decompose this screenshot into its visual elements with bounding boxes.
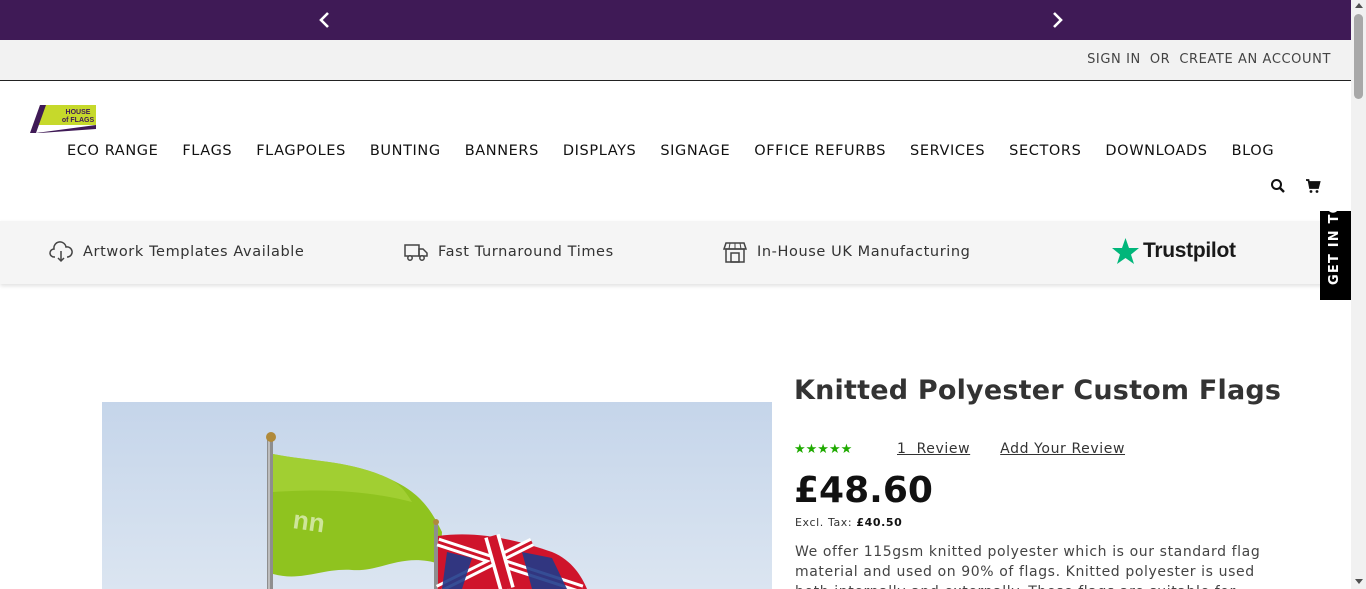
promo-next-button[interactable] bbox=[1047, 9, 1069, 31]
nav-sectors[interactable]: SECTORS bbox=[997, 143, 1093, 159]
nav-office-refurbs[interactable]: OFFICE REFURBS bbox=[742, 143, 898, 159]
usp-label: In-House UK Manufacturing bbox=[757, 244, 971, 260]
svg-text:HOUSE: HOUSE bbox=[66, 109, 91, 116]
usp-bar: Artwork Templates Available Fast Turnaro… bbox=[0, 221, 1351, 284]
trustpilot-star-icon bbox=[1112, 238, 1139, 264]
sign-in-link[interactable]: SIGN IN bbox=[1087, 52, 1141, 67]
account-or-text: OR bbox=[1149, 52, 1171, 67]
scrollbar-thumb[interactable] bbox=[1354, 14, 1363, 99]
usp-label: Artwork Templates Available bbox=[83, 244, 305, 260]
trustpilot-label: Trustpilot bbox=[1143, 239, 1236, 262]
delivery-truck-icon bbox=[404, 244, 428, 261]
cart-button[interactable] bbox=[1305, 178, 1321, 194]
promo-prev-button[interactable] bbox=[313, 9, 335, 31]
product-rating: ★★★★★ 1 Review Add Your Review bbox=[794, 441, 1125, 457]
nav-blog[interactable]: BLOG bbox=[1220, 143, 1287, 159]
nav-downloads[interactable]: DOWNLOADS bbox=[1093, 143, 1219, 159]
nav-signage[interactable]: SIGNAGE bbox=[648, 143, 742, 159]
account-links: SIGN IN OR CREATE AN ACCOUNT bbox=[1087, 52, 1331, 67]
create-account-link[interactable]: CREATE AN ACCOUNT bbox=[1179, 52, 1331, 67]
excl-tax-value: £40.50 bbox=[856, 516, 903, 529]
excl-tax-price: Excl. Tax: £40.50 bbox=[795, 516, 902, 529]
get-in-touch-tab[interactable]: GET IN TO bbox=[1320, 211, 1351, 300]
nav-bunting[interactable]: BUNTING bbox=[358, 143, 453, 159]
nav-services[interactable]: SERVICES bbox=[898, 143, 997, 159]
usp-uk-manufacturing: In-House UK Manufacturing bbox=[723, 241, 970, 263]
product-title: Knitted Polyester Custom Flags bbox=[794, 375, 1282, 406]
site-header: HOUSE of FLAGS ECO RANGE FLAGS FLAGPOLES… bbox=[0, 81, 1351, 221]
nav-displays[interactable]: DISPLAYS bbox=[551, 143, 648, 159]
account-bar: SIGN IN OR CREATE AN ACCOUNT bbox=[0, 40, 1351, 81]
product-description: We offer 115gsm knitted polyester which … bbox=[795, 544, 1261, 589]
main-nav: ECO RANGE FLAGS FLAGPOLES BUNTING BANNER… bbox=[55, 143, 1286, 159]
cart-icon bbox=[1306, 179, 1321, 193]
scroll-up-arrow[interactable] bbox=[1355, 3, 1363, 8]
usp-label: Fast Turnaround Times bbox=[438, 244, 614, 260]
shop-front-icon bbox=[723, 242, 747, 263]
excl-tax-label: Excl. Tax: bbox=[795, 516, 853, 529]
search-icon bbox=[1271, 179, 1285, 193]
promo-bar bbox=[0, 0, 1351, 40]
chevron-left-icon bbox=[319, 12, 329, 28]
usp-fast-turnaround: Fast Turnaround Times bbox=[404, 241, 614, 263]
search-button[interactable] bbox=[1270, 178, 1286, 194]
product-image[interactable]: nn bbox=[102, 402, 772, 589]
trustpilot-link[interactable]: Trustpilot bbox=[1111, 237, 1236, 265]
cloud-download-icon bbox=[49, 241, 73, 263]
nav-flagpoles[interactable]: FLAGPOLES bbox=[244, 143, 358, 159]
side-tab-label: GET IN TO bbox=[1327, 211, 1342, 285]
nav-banners[interactable]: BANNERS bbox=[453, 143, 551, 159]
page-scrollbar[interactable] bbox=[1351, 0, 1366, 589]
usp-artwork-templates: Artwork Templates Available bbox=[49, 241, 304, 263]
house-of-flags-logo[interactable]: HOUSE of FLAGS bbox=[30, 103, 98, 133]
nav-flags[interactable]: FLAGS bbox=[170, 143, 244, 159]
chevron-right-icon bbox=[1053, 12, 1063, 28]
scroll-down-arrow[interactable] bbox=[1355, 579, 1363, 584]
nav-eco-range[interactable]: ECO RANGE bbox=[55, 143, 170, 159]
product-price: £48.60 bbox=[794, 470, 933, 511]
add-review-link[interactable]: Add Your Review bbox=[1000, 441, 1125, 457]
svg-text:nn: nn bbox=[291, 504, 327, 538]
reviews-link[interactable]: 1 Review bbox=[897, 441, 970, 457]
svg-text:of FLAGS: of FLAGS bbox=[62, 117, 95, 124]
rating-stars: ★★★★★ bbox=[794, 441, 853, 457]
